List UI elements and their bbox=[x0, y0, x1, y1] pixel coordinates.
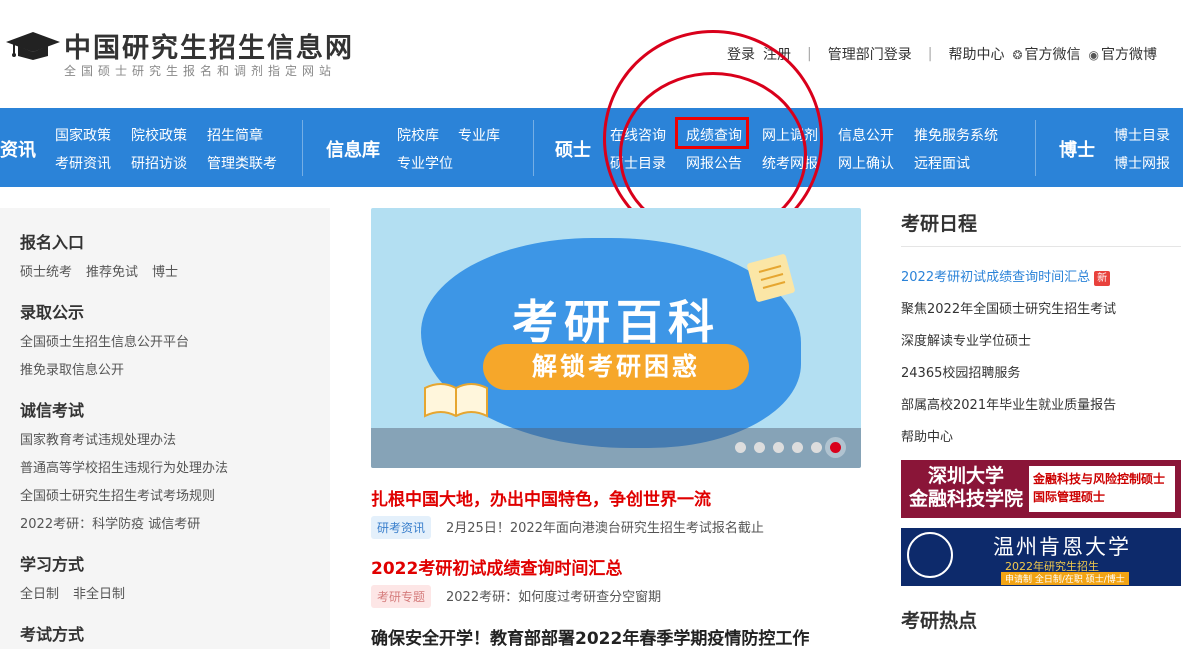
help-link[interactable]: 帮助中心 bbox=[948, 44, 1004, 64]
left-sidebar: 报名入口 硕士统考 推荐免试 博士 录取公示 全国硕士生招生信息公开平台 推免录取信… bbox=[0, 208, 330, 649]
banner-carousel[interactable]: 考研百科 解锁考研困惑 bbox=[371, 208, 861, 468]
news-tag[interactable]: 研考资讯 bbox=[371, 516, 432, 539]
carousel-dot[interactable] bbox=[811, 442, 822, 453]
sidebar-item[interactable]: 全国硕士研究生招生考试考场规则 bbox=[20, 485, 215, 504]
nav-divider bbox=[533, 120, 534, 176]
sidebar-heading: 报名入口 bbox=[20, 233, 85, 252]
hot-title: 考研热点 bbox=[901, 610, 978, 632]
nav-group-news[interactable]: 资讯 bbox=[0, 136, 36, 162]
sidebar-item-row: 硕士统考 推荐免试 博士 bbox=[20, 261, 192, 280]
admin-login-link[interactable]: 管理部门登录 bbox=[828, 44, 912, 64]
calendar-title: 考研日程 bbox=[901, 213, 978, 235]
sidebar-item[interactable]: 推免录取信息公开 bbox=[20, 359, 124, 378]
sidebar-heading: 考试方式 bbox=[20, 625, 85, 644]
sidebar-item[interactable]: 国家教育考试违规处理办法 bbox=[20, 429, 176, 448]
book-icon bbox=[424, 383, 488, 418]
university-seal-icon bbox=[907, 532, 953, 578]
calendar-item[interactable]: 聚焦2022年全国硕士研究生招生考试 bbox=[901, 298, 1116, 317]
sidebar-item[interactable]: 博士 bbox=[152, 265, 178, 280]
wechat-label: 官方微信 bbox=[1024, 47, 1081, 63]
nav-interviews[interactable]: 研招访谈 bbox=[131, 153, 187, 173]
site-header: 中国研究生招生信息网 全国硕士研究生报名和调剂指定网站 登录 注册 | 管理部门… bbox=[0, 0, 1183, 108]
sidebar-heading: 录取公示 bbox=[20, 303, 85, 322]
nav-group-master[interactable]: 硕士 bbox=[555, 136, 591, 162]
news-sub-link[interactable]: 2月25日！2022年面向港澳台研究生招生考试报名截止 bbox=[446, 517, 764, 536]
nav-national-policy[interactable]: 国家政策 bbox=[55, 125, 111, 145]
sidebar-item[interactable]: 非全日制 bbox=[73, 587, 125, 602]
calendar-item[interactable]: 24365校园招聘服务 bbox=[901, 362, 1020, 381]
wechat-link[interactable]: ❂ 官方微信 bbox=[1012, 44, 1080, 64]
calendar-item[interactable]: 部属高校2021年毕业生就业质量报告 bbox=[901, 394, 1116, 413]
news-headline[interactable]: 2022考研初试成绩查询时间汇总 bbox=[371, 554, 622, 579]
sidebar-item[interactable]: 2022考研：科学防疫 诚信考研 bbox=[20, 513, 200, 532]
nav-prof-degree[interactable]: 专业学位 bbox=[397, 153, 453, 173]
carousel-dot-active[interactable] bbox=[830, 442, 841, 453]
new-badge: 新 bbox=[1094, 271, 1111, 286]
carousel-dot[interactable] bbox=[792, 442, 803, 453]
weibo-icon: ◉ bbox=[1088, 48, 1099, 62]
weibo-link[interactable]: ◉ 官方微博 bbox=[1089, 44, 1157, 64]
divider: | bbox=[807, 46, 812, 62]
ad-wku-foot: 申请制 全日制/在职 硕士/博士 bbox=[1001, 572, 1129, 585]
site-title: 中国研究生招生信息网 bbox=[64, 33, 354, 64]
nav-recommend[interactable]: 推免服务系统 bbox=[914, 125, 998, 145]
nav-doctor-catalog[interactable]: 博士目录 bbox=[1114, 125, 1170, 145]
nav-mgmt-exam[interactable]: 管理类联考 bbox=[207, 153, 277, 173]
nav-group-doctor[interactable]: 博士 bbox=[1059, 136, 1095, 162]
nav-exam-news[interactable]: 考研资讯 bbox=[55, 153, 111, 173]
nav-info-public[interactable]: 信息公开 bbox=[838, 125, 894, 145]
graduation-cap-icon bbox=[6, 32, 60, 60]
main-nav: 资讯 国家政策 院校政策 招生简章 考研资讯 研招访谈 管理类联考 信息库 院校… bbox=[0, 108, 1183, 187]
nav-divider bbox=[302, 120, 303, 176]
banner-pill: 解锁考研困惑 bbox=[483, 344, 749, 390]
nav-school-lib[interactable]: 院校库 bbox=[397, 125, 439, 145]
carousel-dot[interactable] bbox=[754, 442, 765, 453]
wechat-icon: ❂ bbox=[1012, 48, 1023, 62]
sidebar-item[interactable]: 全国硕士生招生信息公开平台 bbox=[20, 331, 189, 350]
ad-szu-programs: 金融科技与风险控制硕士 国际管理硕士 bbox=[1029, 466, 1175, 512]
sidebar-item[interactable]: 普通高等学校招生违规行为处理办法 bbox=[20, 457, 228, 476]
nav-remote-interview[interactable]: 远程面试 bbox=[914, 153, 970, 173]
sidebar-item[interactable]: 全日制 bbox=[20, 587, 59, 602]
calendar-item[interactable]: 深度解读专业学位硕士 bbox=[901, 330, 1031, 349]
divider: | bbox=[927, 46, 933, 62]
carousel-dots bbox=[735, 442, 841, 453]
divider bbox=[901, 246, 1181, 247]
ad-wku[interactable]: 温州肯恩大学 2022年研究生招生 申请制 全日制/在职 硕士/博士 bbox=[901, 528, 1181, 586]
weibo-label: 官方微博 bbox=[1101, 47, 1157, 63]
ad-szu[interactable]: 深圳大学 金融科技学院 金融科技与风险控制硕士 国际管理硕士 bbox=[901, 460, 1181, 518]
ad-wku-title: 温州肯恩大学 bbox=[993, 535, 1131, 559]
calendar-item-label: 2022考研初试成绩查询时间汇总 bbox=[901, 270, 1091, 285]
calendar-item[interactable]: 2022考研初试成绩查询时间汇总新 bbox=[901, 266, 1111, 286]
carousel-dot[interactable] bbox=[735, 442, 746, 453]
ad-szu-title: 深圳大学 金融科技学院 bbox=[908, 465, 1023, 510]
sidebar-heading: 学习方式 bbox=[20, 555, 85, 574]
nav-divider bbox=[1035, 120, 1036, 176]
nav-school-policy[interactable]: 院校政策 bbox=[131, 125, 187, 145]
nav-brochure[interactable]: 招生简章 bbox=[207, 125, 263, 145]
sidebar-heading: 诚信考试 bbox=[20, 401, 85, 420]
banner-title: 考研百科 bbox=[512, 295, 720, 349]
nav-group-library[interactable]: 信息库 bbox=[326, 136, 380, 162]
sidebar-item[interactable]: 推荐免试 bbox=[86, 265, 138, 280]
news-tag[interactable]: 考研专题 bbox=[371, 585, 432, 608]
sidebar-item[interactable]: 硕士统考 bbox=[20, 265, 72, 280]
sidebar-item-row: 全日制 非全日制 bbox=[20, 583, 139, 602]
nav-major-lib[interactable]: 专业库 bbox=[458, 125, 500, 145]
nav-online-confirm[interactable]: 网上确认 bbox=[838, 153, 894, 173]
calendar-item[interactable]: 帮助中心 bbox=[901, 426, 953, 445]
nav-doctor-reg[interactable]: 博士网报 bbox=[1114, 153, 1170, 173]
news-headline[interactable]: 确保安全开学！教育部部署2022年春季学期疫情防控工作 bbox=[371, 624, 809, 649]
news-headline[interactable]: 扎根中国大地，办出中国特色，争创世界一流 bbox=[371, 485, 711, 510]
news-sub-link[interactable]: 2022考研：如何度过考研查分空窗期 bbox=[446, 586, 661, 605]
site-subtitle: 全国硕士研究生报名和调剂指定网站 bbox=[64, 64, 337, 78]
carousel-dot[interactable] bbox=[773, 442, 784, 453]
